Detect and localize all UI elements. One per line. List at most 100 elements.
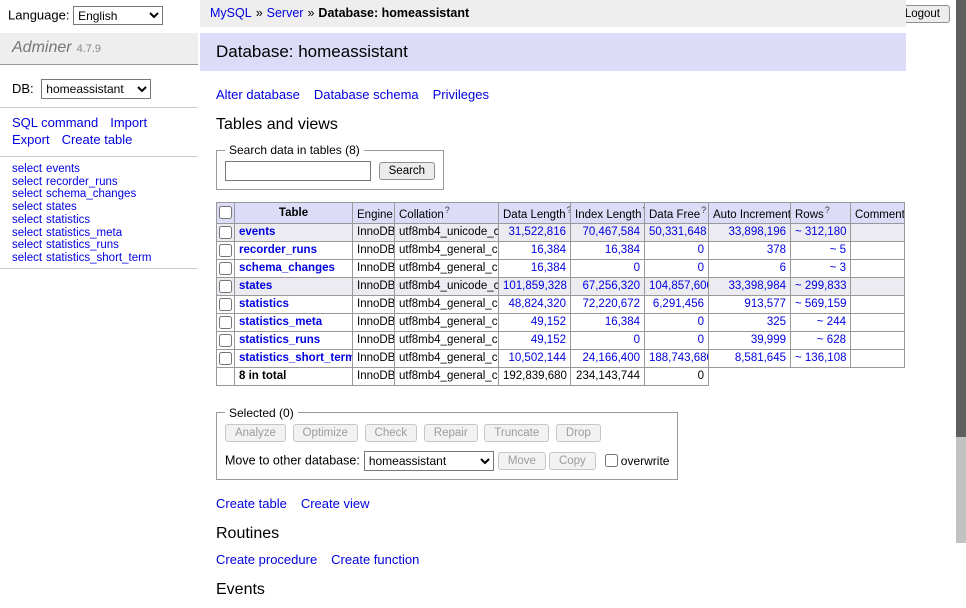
data-length-link[interactable]: 48,824,320: [503, 298, 566, 310]
index-length-link[interactable]: 24,166,400: [575, 352, 640, 364]
data-free-link[interactable]: 0: [649, 334, 704, 346]
index-length-link[interactable]: 67,256,320: [575, 280, 640, 292]
auto-increment-link[interactable]: 378: [713, 244, 786, 256]
data-free-link[interactable]: 0: [649, 262, 704, 274]
sidebar-item-export[interactable]: Export: [12, 132, 50, 147]
adminer-logo-link[interactable]: Adminer: [12, 39, 72, 56]
privileges-link[interactable]: Privileges: [433, 87, 489, 102]
index-length-link[interactable]: 16,384: [575, 244, 640, 256]
table-name-link[interactable]: statistics_short_term: [239, 352, 353, 364]
select-link[interactable]: select: [12, 176, 42, 188]
rows-count-link[interactable]: ~ 5: [795, 244, 846, 256]
data-length-link[interactable]: 16,384: [503, 262, 566, 274]
index-length-link[interactable]: 72,220,672: [575, 298, 640, 310]
table-name-link[interactable]: events: [239, 226, 275, 238]
data-free-link[interactable]: 188,743,680: [649, 352, 704, 364]
drop-button[interactable]: Drop: [556, 424, 601, 442]
data-length-link[interactable]: 49,152: [503, 316, 566, 328]
move-button[interactable]: Move: [498, 452, 546, 470]
sidebar-item-import[interactable]: Import: [110, 115, 147, 130]
help-link[interactable]: ?: [445, 205, 450, 215]
table-name-link[interactable]: recorder_runs: [239, 244, 317, 256]
auto-increment-link[interactable]: 8,581,645: [713, 352, 786, 364]
rows-count-link[interactable]: ~ 244: [795, 316, 846, 328]
table-link[interactable]: events: [46, 163, 80, 175]
database-schema-link[interactable]: Database schema: [314, 87, 419, 102]
auto-increment-link[interactable]: 6: [713, 262, 786, 274]
help-link[interactable]: ?: [567, 205, 571, 215]
select-link[interactable]: select: [12, 239, 42, 251]
table-name-link[interactable]: schema_changes: [239, 262, 335, 274]
help-link[interactable]: ?: [825, 205, 830, 215]
db-select[interactable]: homeassistant: [41, 79, 151, 99]
table-link[interactable]: statistics_runs: [46, 239, 119, 251]
select-link[interactable]: select: [12, 163, 42, 175]
row-checkbox[interactable]: [219, 262, 232, 275]
row-checkbox[interactable]: [219, 334, 232, 347]
auto-increment-link[interactable]: 33,898,196: [713, 226, 786, 238]
table-name-link[interactable]: statistics_runs: [239, 334, 320, 346]
table-name-link[interactable]: states: [239, 280, 272, 292]
repair-button[interactable]: Repair: [424, 424, 478, 442]
rows-count-link[interactable]: ~ 569,159: [795, 298, 846, 310]
data-free-link[interactable]: 6,291,456: [649, 298, 704, 310]
help-link[interactable]: ?: [701, 205, 706, 215]
auto-increment-link[interactable]: 39,999: [713, 334, 786, 346]
language-select[interactable]: English: [73, 6, 163, 25]
auto-increment-link[interactable]: 913,577: [713, 298, 786, 310]
rows-count-link[interactable]: ~ 136,108: [795, 352, 846, 364]
index-length-link[interactable]: 0: [575, 334, 640, 346]
row-checkbox[interactable]: [219, 280, 232, 293]
breadcrumb-mysql-link[interactable]: MySQL: [210, 6, 252, 20]
search-input[interactable]: [225, 161, 371, 181]
search-button[interactable]: Search: [379, 162, 435, 180]
create-view-link[interactable]: Create view: [301, 496, 370, 511]
alter-database-link[interactable]: Alter database: [216, 87, 300, 102]
select-link[interactable]: select: [12, 201, 42, 213]
row-checkbox[interactable]: [219, 298, 232, 311]
rows-count-link[interactable]: ~ 3: [795, 262, 846, 274]
rows-count-link[interactable]: ~ 312,180: [795, 226, 846, 238]
index-length-link[interactable]: 70,467,584: [575, 226, 640, 238]
scrollbar-thumb[interactable]: [956, 0, 966, 437]
copy-button[interactable]: Copy: [549, 452, 596, 470]
select-link[interactable]: select: [12, 252, 42, 264]
select-link[interactable]: select: [12, 227, 42, 239]
select-link[interactable]: select: [12, 214, 42, 226]
optimize-button[interactable]: Optimize: [293, 424, 358, 442]
create-table-link[interactable]: Create table: [216, 496, 287, 511]
create-procedure-link[interactable]: Create procedure: [216, 552, 317, 567]
index-length-link[interactable]: 16,384: [575, 316, 640, 328]
data-length-link[interactable]: 101,859,328: [503, 280, 566, 292]
sidebar-item-create-table[interactable]: Create table: [62, 132, 133, 147]
breadcrumb-server-link[interactable]: Server: [267, 6, 304, 20]
table-link[interactable]: statistics_short_term: [46, 252, 151, 264]
sidebar-item-sql-command[interactable]: SQL command: [12, 115, 98, 130]
table-link[interactable]: schema_changes: [46, 188, 136, 200]
index-length-link[interactable]: 0: [575, 262, 640, 274]
auto-increment-link[interactable]: 325: [713, 316, 786, 328]
row-checkbox[interactable]: [219, 316, 232, 329]
table-link[interactable]: states: [46, 201, 77, 213]
data-free-link[interactable]: 50,331,648: [649, 226, 704, 238]
select-link[interactable]: select: [12, 188, 42, 200]
row-checkbox[interactable]: [219, 244, 232, 257]
row-checkbox[interactable]: [219, 352, 232, 365]
check-button[interactable]: Check: [365, 424, 418, 442]
data-length-link[interactable]: 31,522,816: [503, 226, 566, 238]
row-checkbox[interactable]: [219, 226, 232, 239]
table-link[interactable]: recorder_runs: [46, 176, 118, 188]
data-length-link[interactable]: 16,384: [503, 244, 566, 256]
create-function-link[interactable]: Create function: [331, 552, 419, 567]
move-database-select[interactable]: homeassistant: [364, 451, 494, 471]
rows-count-link[interactable]: ~ 299,833: [795, 280, 846, 292]
table-link[interactable]: statistics: [46, 214, 90, 226]
select-all-checkbox[interactable]: [219, 206, 232, 219]
rows-count-link[interactable]: ~ 628: [795, 334, 846, 346]
data-free-link[interactable]: 0: [649, 316, 704, 328]
data-free-link[interactable]: 104,857,600: [649, 280, 704, 292]
data-length-link[interactable]: 10,502,144: [503, 352, 566, 364]
data-length-link[interactable]: 49,152: [503, 334, 566, 346]
analyze-button[interactable]: Analyze: [225, 424, 286, 442]
truncate-button[interactable]: Truncate: [484, 424, 549, 442]
